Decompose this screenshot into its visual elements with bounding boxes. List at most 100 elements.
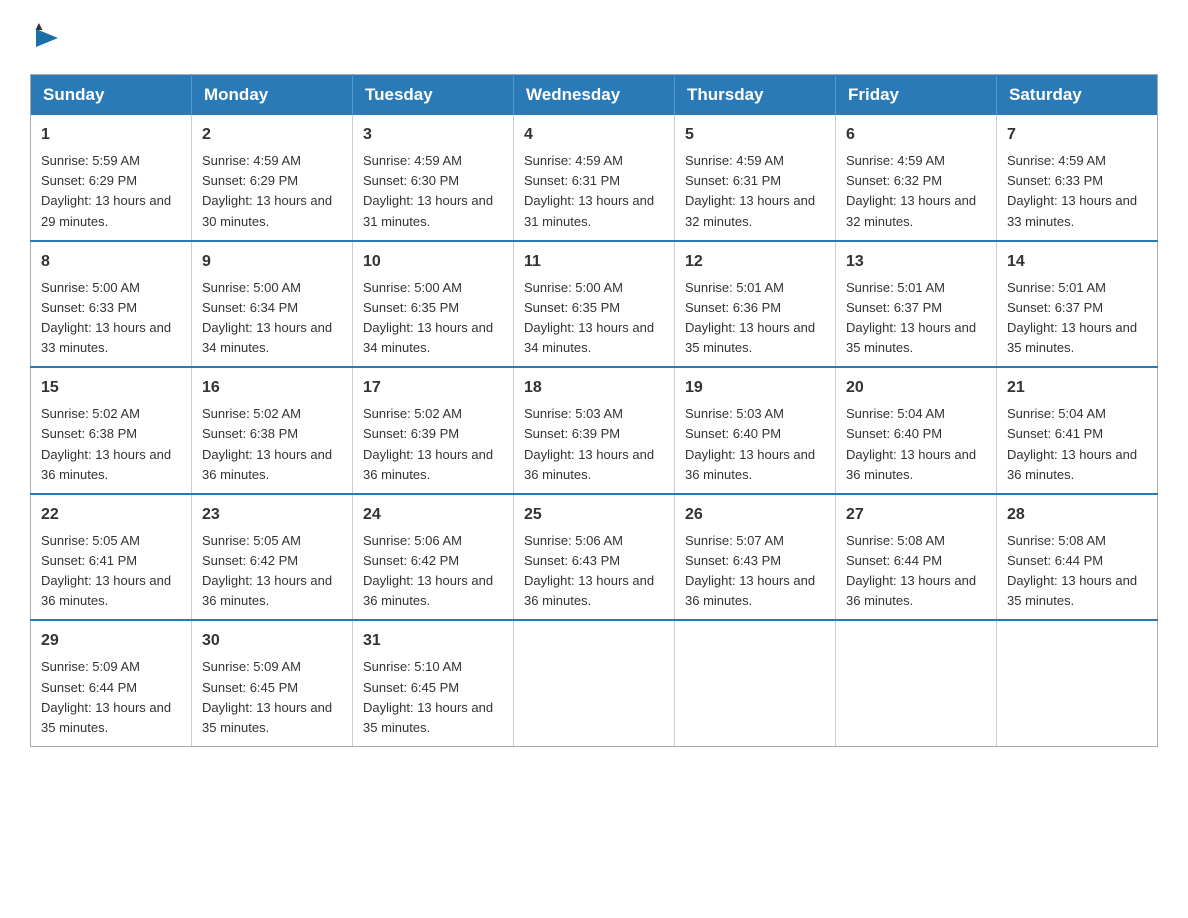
day-cell: 11 Sunrise: 5:00 AMSunset: 6:35 PMDayligh… (514, 241, 675, 368)
day-number: 27 (846, 503, 986, 527)
day-info: Sunrise: 5:09 AMSunset: 6:45 PMDaylight:… (202, 657, 342, 738)
day-info: Sunrise: 5:03 AMSunset: 6:40 PMDaylight:… (685, 404, 825, 485)
day-cell: 16 Sunrise: 5:02 AMSunset: 6:38 PMDayligh… (192, 367, 353, 494)
day-number: 10 (363, 250, 503, 274)
day-number: 16 (202, 376, 342, 400)
day-number: 14 (1007, 250, 1147, 274)
day-cell: 20 Sunrise: 5:04 AMSunset: 6:40 PMDayligh… (836, 367, 997, 494)
day-number: 15 (41, 376, 181, 400)
day-info: Sunrise: 4:59 AMSunset: 6:31 PMDaylight:… (524, 151, 664, 232)
day-number: 5 (685, 123, 825, 147)
day-cell: 9 Sunrise: 5:00 AMSunset: 6:34 PMDaylight… (192, 241, 353, 368)
day-cell (997, 620, 1158, 746)
day-info: Sunrise: 5:01 AMSunset: 6:37 PMDaylight:… (846, 278, 986, 359)
day-number: 4 (524, 123, 664, 147)
day-number: 19 (685, 376, 825, 400)
col-wednesday: Wednesday (514, 75, 675, 116)
day-cell: 15 Sunrise: 5:02 AMSunset: 6:38 PMDayligh… (31, 367, 192, 494)
day-info: Sunrise: 5:06 AMSunset: 6:42 PMDaylight:… (363, 531, 503, 612)
day-number: 21 (1007, 376, 1147, 400)
day-cell: 29 Sunrise: 5:09 AMSunset: 6:44 PMDayligh… (31, 620, 192, 746)
day-info: Sunrise: 5:04 AMSunset: 6:41 PMDaylight:… (1007, 404, 1147, 485)
day-cell (836, 620, 997, 746)
day-cell: 30 Sunrise: 5:09 AMSunset: 6:45 PMDayligh… (192, 620, 353, 746)
day-number: 28 (1007, 503, 1147, 527)
day-info: Sunrise: 5:02 AMSunset: 6:38 PMDaylight:… (202, 404, 342, 485)
day-cell: 5 Sunrise: 4:59 AMSunset: 6:31 PMDaylight… (675, 115, 836, 241)
day-cell: 13 Sunrise: 5:01 AMSunset: 6:37 PMDayligh… (836, 241, 997, 368)
col-sunday: Sunday (31, 75, 192, 116)
day-info: Sunrise: 5:03 AMSunset: 6:39 PMDaylight:… (524, 404, 664, 485)
day-info: Sunrise: 5:59 AMSunset: 6:29 PMDaylight:… (41, 151, 181, 232)
day-number: 7 (1007, 123, 1147, 147)
day-info: Sunrise: 5:09 AMSunset: 6:44 PMDaylight:… (41, 657, 181, 738)
day-cell: 31 Sunrise: 5:10 AMSunset: 6:45 PMDayligh… (353, 620, 514, 746)
day-number: 31 (363, 629, 503, 653)
day-number: 13 (846, 250, 986, 274)
day-info: Sunrise: 5:01 AMSunset: 6:36 PMDaylight:… (685, 278, 825, 359)
logo-arrow-icon (36, 29, 58, 47)
day-cell: 4 Sunrise: 4:59 AMSunset: 6:31 PMDaylight… (514, 115, 675, 241)
day-info: Sunrise: 5:04 AMSunset: 6:40 PMDaylight:… (846, 404, 986, 485)
day-number: 25 (524, 503, 664, 527)
day-number: 11 (524, 250, 664, 274)
day-number: 26 (685, 503, 825, 527)
day-info: Sunrise: 5:00 AMSunset: 6:34 PMDaylight:… (202, 278, 342, 359)
day-cell: 14Sunrise: 5:01 AMSunset: 6:37 PMDayligh… (997, 241, 1158, 368)
day-info: Sunrise: 4:59 AMSunset: 6:32 PMDaylight:… (846, 151, 986, 232)
day-info: Sunrise: 5:02 AMSunset: 6:38 PMDaylight:… (41, 404, 181, 485)
day-info: Sunrise: 5:06 AMSunset: 6:43 PMDaylight:… (524, 531, 664, 612)
day-cell: 12 Sunrise: 5:01 AMSunset: 6:36 PMDayligh… (675, 241, 836, 368)
day-number: 30 (202, 629, 342, 653)
col-tuesday: Tuesday (353, 75, 514, 116)
week-row-5: 29 Sunrise: 5:09 AMSunset: 6:44 PMDayligh… (31, 620, 1158, 746)
day-info: Sunrise: 4:59 AMSunset: 6:31 PMDaylight:… (685, 151, 825, 232)
day-info: Sunrise: 5:05 AMSunset: 6:42 PMDaylight:… (202, 531, 342, 612)
day-info: Sunrise: 5:00 AMSunset: 6:35 PMDaylight:… (363, 278, 503, 359)
day-number: 20 (846, 376, 986, 400)
day-number: 1 (41, 123, 181, 147)
day-info: Sunrise: 5:00 AMSunset: 6:33 PMDaylight:… (41, 278, 181, 359)
week-row-4: 22Sunrise: 5:05 AMSunset: 6:41 PMDayligh… (31, 494, 1158, 621)
day-cell: 8Sunrise: 5:00 AMSunset: 6:33 PMDaylight… (31, 241, 192, 368)
day-cell: 10 Sunrise: 5:00 AMSunset: 6:35 PMDayligh… (353, 241, 514, 368)
day-number: 29 (41, 629, 181, 653)
day-cell: 7 Sunrise: 4:59 AMSunset: 6:33 PMDaylight… (997, 115, 1158, 241)
header-row: Sunday Monday Tuesday Wednesday Thursday… (31, 75, 1158, 116)
day-info: Sunrise: 5:00 AMSunset: 6:35 PMDaylight:… (524, 278, 664, 359)
day-info: Sunrise: 5:02 AMSunset: 6:39 PMDaylight:… (363, 404, 503, 485)
day-number: 12 (685, 250, 825, 274)
day-info: Sunrise: 5:08 AMSunset: 6:44 PMDaylight:… (846, 531, 986, 612)
week-row-1: 1 Sunrise: 5:59 AMSunset: 6:29 PMDaylight… (31, 115, 1158, 241)
day-cell: 18Sunrise: 5:03 AMSunset: 6:39 PMDayligh… (514, 367, 675, 494)
day-number: 2 (202, 123, 342, 147)
day-cell (675, 620, 836, 746)
day-number: 3 (363, 123, 503, 147)
day-cell: 25 Sunrise: 5:06 AMSunset: 6:43 PMDayligh… (514, 494, 675, 621)
day-number: 6 (846, 123, 986, 147)
day-number: 9 (202, 250, 342, 274)
header: ▲ (30, 20, 1158, 54)
col-saturday: Saturday (997, 75, 1158, 116)
day-cell: 21 Sunrise: 5:04 AMSunset: 6:41 PMDayligh… (997, 367, 1158, 494)
day-cell (514, 620, 675, 746)
week-row-2: 8Sunrise: 5:00 AMSunset: 6:33 PMDaylight… (31, 241, 1158, 368)
day-info: Sunrise: 5:07 AMSunset: 6:43 PMDaylight:… (685, 531, 825, 612)
col-friday: Friday (836, 75, 997, 116)
day-cell: 24 Sunrise: 5:06 AMSunset: 6:42 PMDayligh… (353, 494, 514, 621)
day-cell: 27 Sunrise: 5:08 AMSunset: 6:44 PMDayligh… (836, 494, 997, 621)
logo: ▲ (30, 20, 58, 54)
calendar-table: Sunday Monday Tuesday Wednesday Thursday… (30, 74, 1158, 747)
col-thursday: Thursday (675, 75, 836, 116)
day-info: Sunrise: 4:59 AMSunset: 6:33 PMDaylight:… (1007, 151, 1147, 232)
day-number: 22 (41, 503, 181, 527)
day-cell: 17Sunrise: 5:02 AMSunset: 6:39 PMDayligh… (353, 367, 514, 494)
col-monday: Monday (192, 75, 353, 116)
day-cell: 2Sunrise: 4:59 AMSunset: 6:29 PMDaylight… (192, 115, 353, 241)
day-info: Sunrise: 5:08 AMSunset: 6:44 PMDaylight:… (1007, 531, 1147, 612)
day-info: Sunrise: 5:10 AMSunset: 6:45 PMDaylight:… (363, 657, 503, 738)
day-number: 24 (363, 503, 503, 527)
day-cell: 1 Sunrise: 5:59 AMSunset: 6:29 PMDaylight… (31, 115, 192, 241)
day-number: 23 (202, 503, 342, 527)
day-cell: 19 Sunrise: 5:03 AMSunset: 6:40 PMDayligh… (675, 367, 836, 494)
